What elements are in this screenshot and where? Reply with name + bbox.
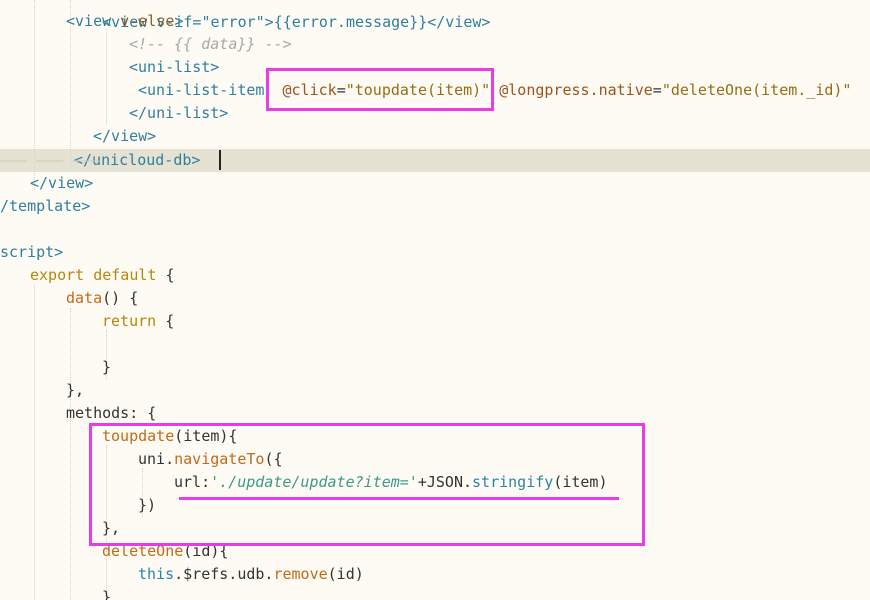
code-token: /template> [0,197,91,215]
code-token: }, [66,381,85,399]
code-line: <!-- {{ data}} --> [0,33,870,56]
code-token: <uni-list-item [138,81,265,99]
code-line: methods: { [0,402,870,425]
code-token: v-else [111,12,175,30]
code-token: "deleteOne(item._id)" [661,81,852,99]
code-line: data() { [0,287,870,310]
code-line: </view> [0,125,870,148]
code-token: } [102,358,112,376]
code-token: () { [102,289,139,307]
code-editor[interactable]: <view v-if="error">{{error.message}}</vi… [0,0,870,600]
code-line: this.$refs.udb.remove(id) [0,563,870,586]
code-line: script> [0,241,870,264]
code-line: } [0,586,870,600]
code-keyword: this [138,565,175,583]
code-token: .$refs.udb. [174,565,274,583]
code-function: remove [273,565,328,583]
code-token: } [102,588,112,600]
code-token: </uni-list> [129,104,229,122]
code-line: /template> [0,195,870,218]
code-line: }, [0,379,870,402]
code-token: <uni-list> [129,58,220,76]
code-token: script> [0,243,64,261]
code-line: return { [0,310,870,333]
code-line: </view> [0,172,870,195]
code-token: (id) [327,565,364,583]
code-keyword: export default [30,266,157,284]
url-underline-mark [179,497,619,500]
code-token: </view> [30,174,94,192]
text-cursor [219,150,221,170]
code-line: <view v-else> [0,10,870,33]
code-token: { [156,266,175,284]
code-function: data [66,289,103,307]
code-line: </unicloud-db> [0,149,870,172]
code-token: @longpress.native [499,81,653,99]
code-token: > [174,12,184,30]
code-token: { [156,312,175,330]
code-function: methods [66,404,130,422]
toupdate-method-highlight-box [89,423,645,546]
code-token: <view [66,12,112,30]
whitespace-markers: ——— ——— ——— [0,151,100,169]
code-comment: <!-- {{ data}} --> [129,35,292,53]
code-line: export default { [0,264,870,287]
click-handler-highlight-box [266,68,494,111]
code-token: : { [129,404,157,422]
code-line: } [0,356,870,379]
code-token: = [652,81,662,99]
code-keyword: return [102,312,157,330]
code-token: </view> [93,127,157,145]
